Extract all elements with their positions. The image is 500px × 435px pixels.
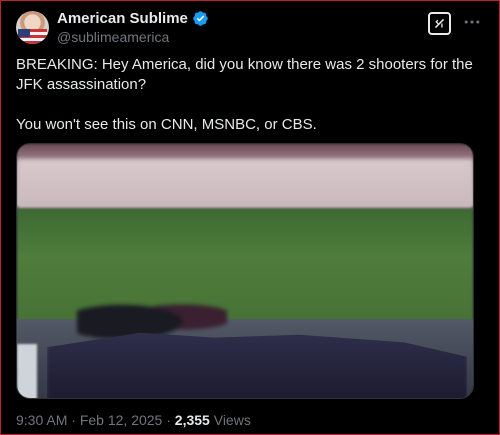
tweet: American Sublime @sublimeamerica BREAKIN…: [0, 0, 500, 435]
verified-badge-icon[interactable]: [192, 10, 209, 27]
grok-icon[interactable]: [428, 12, 451, 35]
meta-separator: ·: [71, 412, 76, 428]
author-handle[interactable]: @sublimeamerica: [57, 29, 169, 45]
views-count[interactable]: 2,355: [175, 412, 210, 428]
tweet-paragraph: You won't see this on CNN, MSNBC, or CBS…: [16, 116, 317, 133]
author-name-row: American Sublime: [57, 10, 209, 27]
tweet-paragraph: BREAKING: Hey America, did you know ther…: [16, 56, 473, 93]
video-frame-edge: [17, 344, 37, 398]
tweet-meta: 9:30 AM · Feb 12, 2025 · 2,355 Views: [16, 412, 251, 428]
views-label: Views: [213, 412, 251, 428]
more-options-icon[interactable]: [460, 12, 484, 32]
avatar-flag-graphic: [18, 29, 47, 44]
video-frame-wall: [17, 159, 473, 209]
avatar[interactable]: [16, 11, 49, 44]
meta-separator: ·: [166, 412, 171, 428]
author-display-name[interactable]: American Sublime: [57, 10, 188, 27]
tweet-text: BREAKING: Hey America, did you know ther…: [16, 55, 481, 135]
tweet-date[interactable]: Feb 12, 2025: [80, 412, 163, 428]
tweet-time[interactable]: 9:30 AM: [16, 412, 67, 428]
tweet-video[interactable]: [16, 143, 474, 399]
